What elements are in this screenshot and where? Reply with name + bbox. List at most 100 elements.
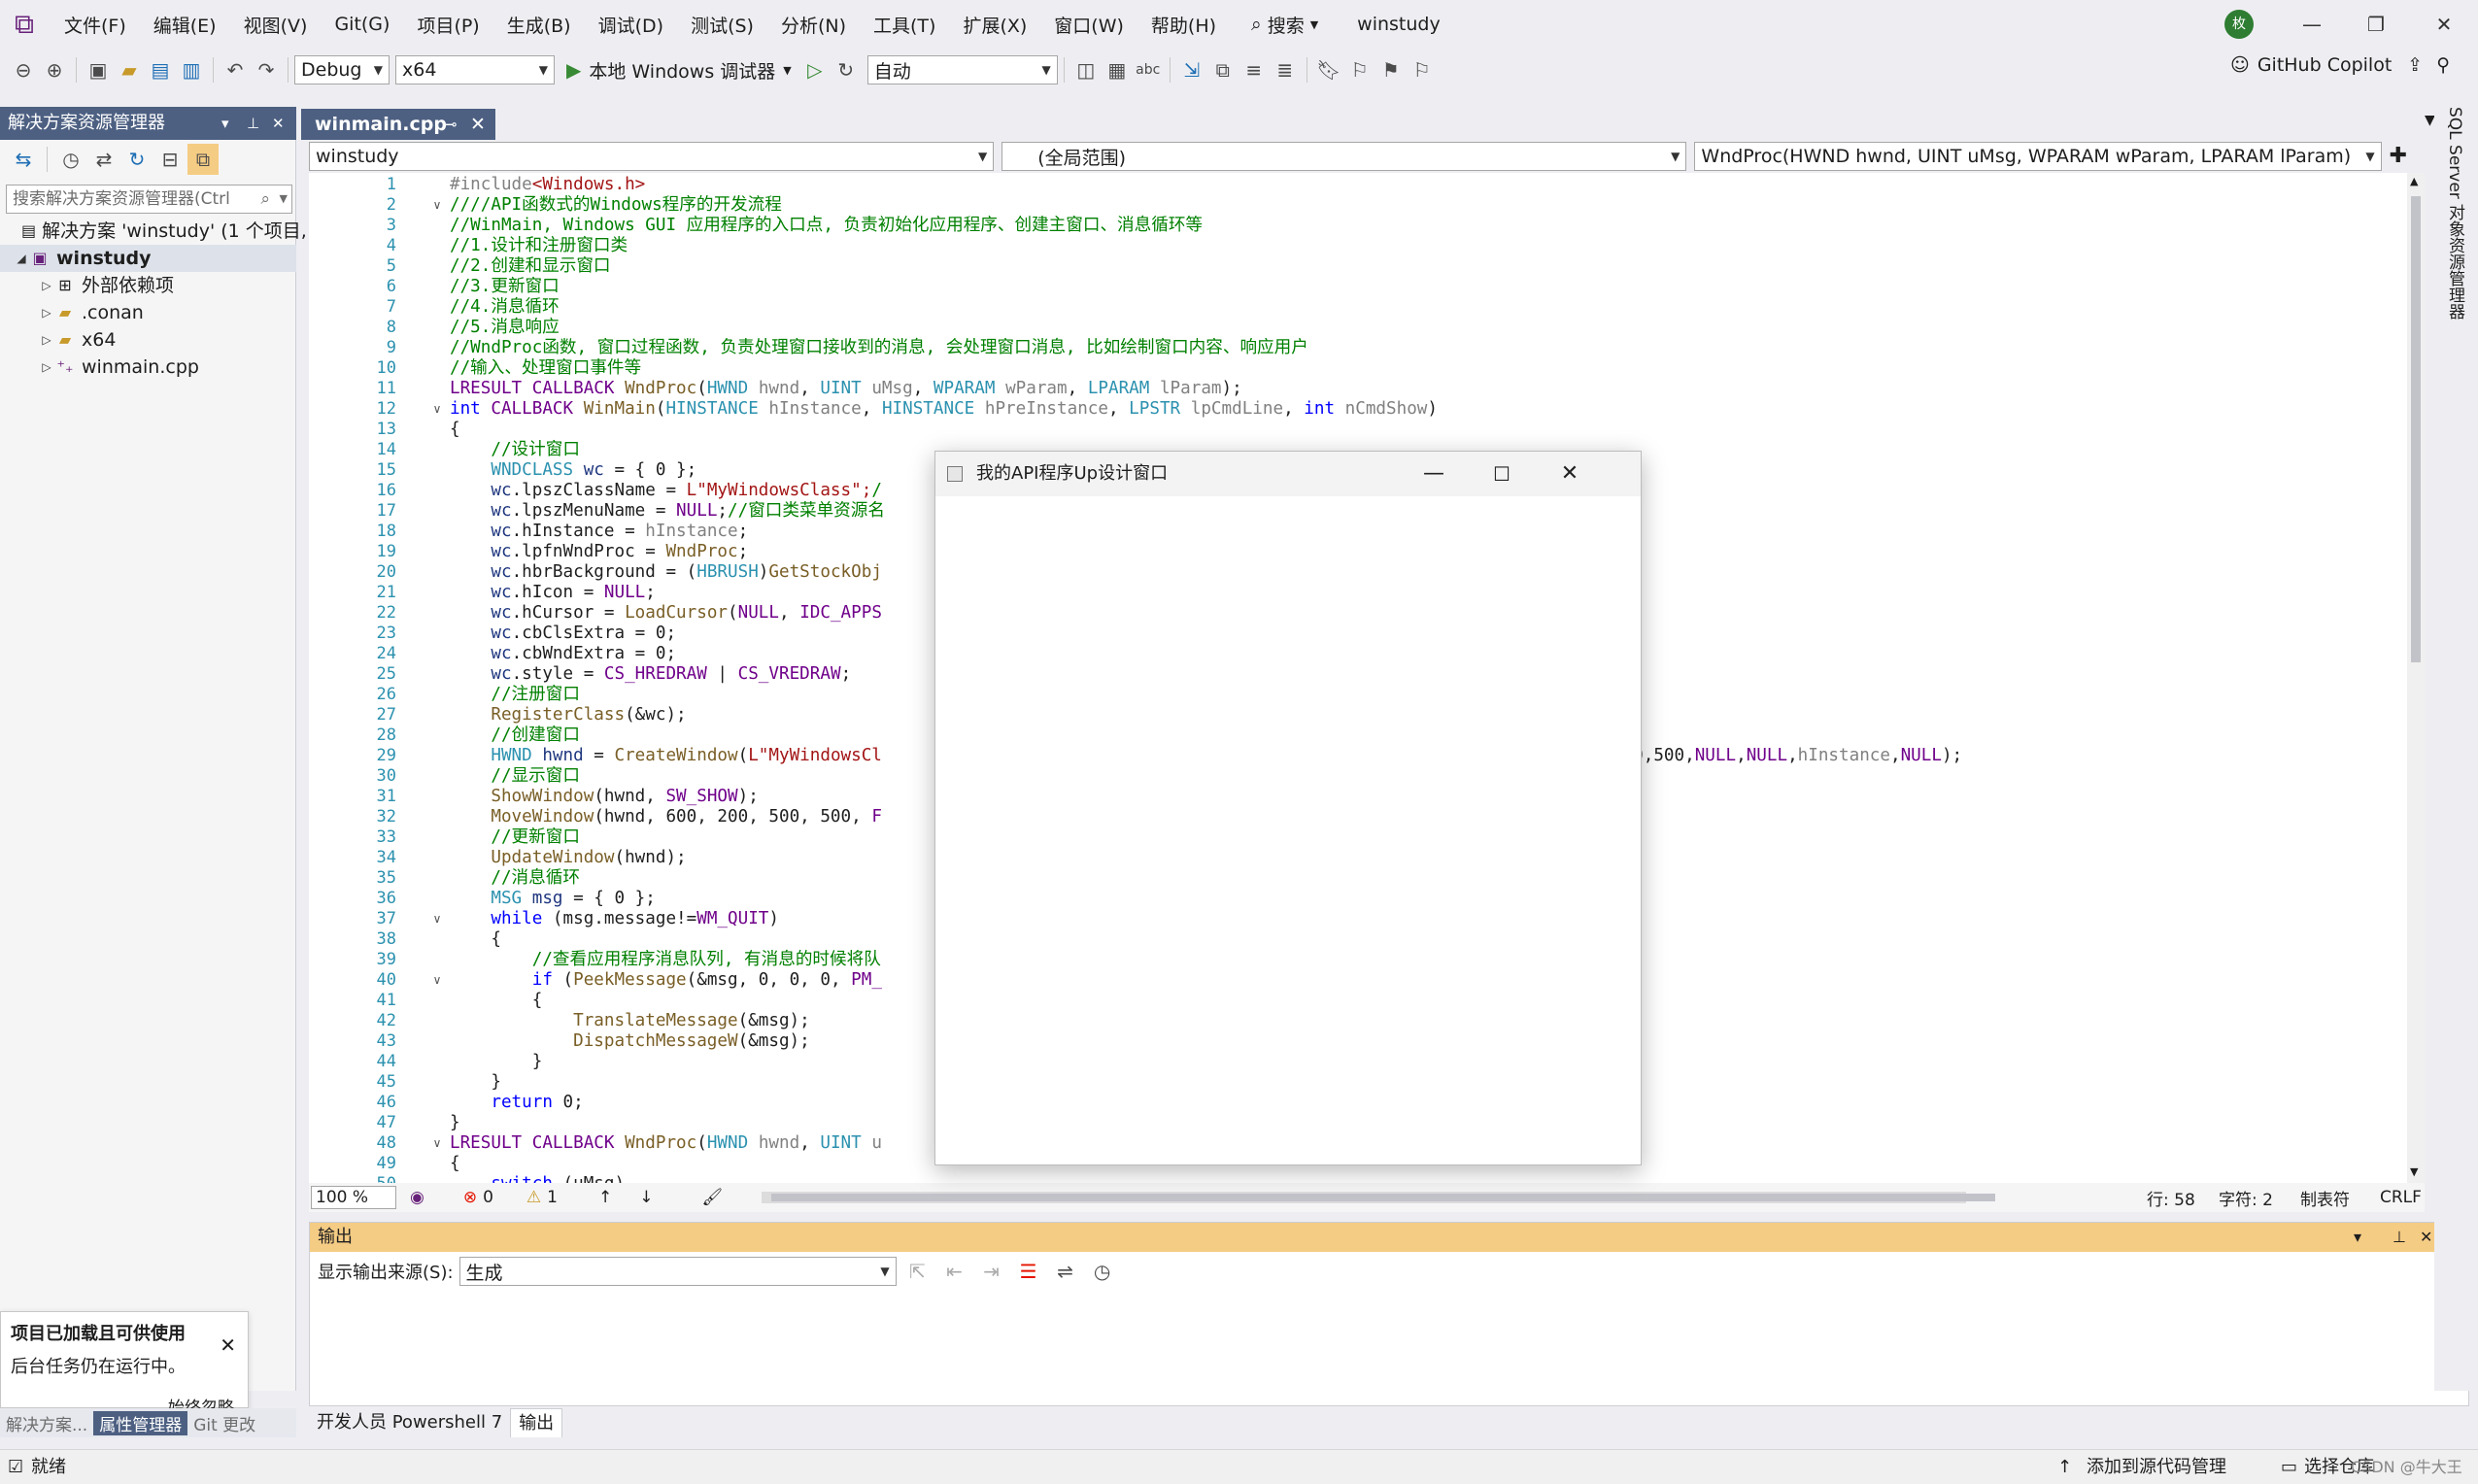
code-line[interactable]: int CALLBACK WinMain(HINSTANCE hInstance… xyxy=(450,399,1438,420)
health-icon[interactable]: ◉ xyxy=(410,1188,424,1207)
tab-indicator[interactable]: 制表符 xyxy=(2300,1186,2350,1210)
code-line[interactable]: //注册窗口 xyxy=(450,685,580,705)
code-line[interactable]: RegisterClass(&wc); xyxy=(450,705,686,725)
platform-select[interactable]: x64 ▼ xyxy=(395,55,555,84)
prev-message-icon[interactable]: ⇤ xyxy=(939,1256,970,1287)
menu-test[interactable]: 测试(S) xyxy=(677,12,767,38)
code-line[interactable]: //5.消息响应 xyxy=(450,318,560,338)
tree-project[interactable]: ◢ ▣ winstudy xyxy=(0,245,296,272)
configuration-select[interactable]: Debug ▼ xyxy=(294,55,390,84)
scroll-up-icon[interactable]: ▲ xyxy=(2410,175,2418,187)
code-line[interactable]: while (msg.message!=WM_QUIT) xyxy=(450,909,779,929)
tab-output[interactable]: 输出 xyxy=(510,1408,563,1437)
code-line[interactable]: if (PeekMessage(&msg, 0, 0, 0, PM_ xyxy=(450,970,882,991)
tab-winmain-cpp[interactable]: winmain.cpp ⊸ ✕ xyxy=(301,109,495,140)
code-line[interactable]: //2.创建和显示窗口 xyxy=(450,256,611,277)
fold-toggle-icon[interactable]: ∨ xyxy=(429,195,445,216)
pin-icon[interactable]: ⊥ xyxy=(247,107,259,140)
code-line[interactable]: { xyxy=(450,1154,460,1174)
code-line[interactable]: wc.lpszClassName = L"MyWindowsClass";/ xyxy=(450,481,882,501)
code-line[interactable]: wc.lpfnWndProc = WndProc; xyxy=(450,542,748,562)
open-folder-icon[interactable]: ▰ xyxy=(114,54,145,85)
menu-file[interactable]: 文件(F) xyxy=(51,12,140,38)
step-icon[interactable]: ⇲ xyxy=(1176,54,1207,85)
code-line[interactable]: //消息循环 xyxy=(450,868,580,889)
prev-issue-icon[interactable]: ↑ xyxy=(598,1188,612,1207)
sql-server-explorer-tab[interactable]: SQL Server 对象资源管理器 xyxy=(2440,107,2467,320)
code-line[interactable]: wc.hbrBackground = (HBRUSH)GetStockObj xyxy=(450,562,882,583)
start-debugging-button[interactable]: ▶ 本地 Windows 调试器 ▼ xyxy=(566,57,792,84)
collapsed-icon[interactable]: ▷ xyxy=(39,326,54,354)
fold-toggle-icon[interactable]: ∨ xyxy=(429,970,445,991)
tab-git-changes[interactable]: Git 更改 xyxy=(187,1411,261,1435)
save-all-icon[interactable]: ▥ xyxy=(176,54,207,85)
next-message-icon[interactable]: ⇥ xyxy=(976,1256,1007,1287)
nav-project-select[interactable]: winstudy ▼ xyxy=(309,142,995,171)
code-line[interactable]: //4.消息循环 xyxy=(450,297,560,318)
save-icon[interactable]: ▤ xyxy=(145,54,176,85)
redo-icon[interactable]: ↷ xyxy=(251,54,282,85)
tree-winmain[interactable]: ▷ ⁺₊ winmain.cpp xyxy=(0,354,296,381)
tab-property-manager[interactable]: 属性管理器 xyxy=(93,1410,188,1435)
code-line[interactable]: } xyxy=(450,1113,460,1133)
tab-solution-explorer[interactable]: 解决方案... xyxy=(0,1411,93,1435)
clear-bookmarks-icon[interactable]: ⚐ xyxy=(1407,54,1438,85)
split-editor-icon[interactable]: ✚ xyxy=(2390,142,2407,173)
code-line[interactable]: MoveWindow(hwnd, 600, 200, 500, 500, F xyxy=(450,807,882,827)
horizontal-scrollbar[interactable] xyxy=(762,1192,1996,1203)
code-line[interactable]: LRESULT CALLBACK WndProc(HWND hwnd, UINT… xyxy=(450,1133,882,1154)
app-window[interactable]: 我的API程序Up设计窗口 — ☐ ✕ xyxy=(934,451,1642,1165)
avatar[interactable]: 枚 xyxy=(2224,10,2254,39)
output-source-select[interactable]: 生成 ▼ xyxy=(458,1257,897,1286)
code-line[interactable]: switch (uMsg) xyxy=(450,1174,625,1183)
scrollbar-thumb[interactable] xyxy=(2411,196,2421,662)
menu-help[interactable]: 帮助(H) xyxy=(1137,12,1230,38)
code-line[interactable]: //设计窗口 xyxy=(450,440,580,460)
prev-bookmark-icon[interactable]: ⚐ xyxy=(1344,54,1375,85)
bookmark-icon[interactable]: 🔖︎ xyxy=(1313,54,1344,85)
auto-select[interactable]: 自动 ▼ xyxy=(866,55,1058,84)
undo-icon[interactable]: ↶ xyxy=(220,54,251,85)
menu-extensions[interactable]: 扩展(X) xyxy=(949,12,1040,38)
feedback-icon[interactable]: ⚲ xyxy=(2436,54,2450,76)
code-line[interactable]: { xyxy=(450,420,460,440)
output-text-area[interactable] xyxy=(310,1291,2468,1405)
new-project-icon[interactable]: ▣ xyxy=(83,54,114,85)
fold-toggle-icon[interactable]: ∨ xyxy=(429,909,445,929)
warning-icon[interactable]: ⚠ xyxy=(526,1188,541,1207)
eol-indicator[interactable]: CRLF xyxy=(2380,1188,2422,1207)
code-line[interactable]: #include<Windows.h> xyxy=(450,175,645,195)
pin-icon[interactable]: ⊸ xyxy=(445,109,458,140)
code-line[interactable]: //创建窗口 xyxy=(450,725,580,746)
code-line[interactable]: UpdateWindow(hwnd); xyxy=(450,848,686,868)
next-issue-icon[interactable]: ↓ xyxy=(639,1188,653,1207)
close-button[interactable]: ✕ xyxy=(2415,0,2473,49)
menu-debug[interactable]: 调试(D) xyxy=(585,12,677,38)
clear-all-icon[interactable]: ☰ xyxy=(1013,1256,1044,1287)
indent-icon[interactable]: ≡ xyxy=(1239,54,1270,85)
code-line[interactable]: wc.cbWndExtra = 0; xyxy=(450,644,676,664)
chevron-down-icon[interactable]: ▼ xyxy=(280,186,288,213)
menu-build[interactable]: 生成(B) xyxy=(493,12,585,38)
menu-view[interactable]: 视图(V) xyxy=(230,12,322,38)
code-line[interactable]: { xyxy=(450,991,543,1011)
tree-external-deps[interactable]: ▷ ⊞ 外部依赖项 xyxy=(0,272,296,299)
code-line[interactable]: //1.设计和注册窗口类 xyxy=(450,236,628,256)
close-icon[interactable]: ✕ xyxy=(2420,1223,2432,1252)
nav-member-select[interactable]: WndProc(HWND hwnd, UINT uMsg, WPARAM wPa… xyxy=(1694,142,2382,171)
code-line[interactable]: TranslateMessage(&msg); xyxy=(450,1011,810,1031)
code-line[interactable]: //3.更新窗口 xyxy=(450,277,560,297)
switch-views-icon[interactable]: ⇆ xyxy=(8,144,39,175)
code-line[interactable]: //显示窗口 xyxy=(450,766,580,787)
menu-edit[interactable]: 编辑(E) xyxy=(140,12,230,38)
menu-git[interactable]: Git(G) xyxy=(321,14,403,35)
error-icon[interactable]: ⊗ xyxy=(463,1188,477,1207)
tab-developer-powershell[interactable]: 开发人员 Powershell 7 xyxy=(309,1408,510,1437)
line-indicator[interactable]: 行: 58 xyxy=(2147,1186,2195,1210)
expanded-icon[interactable]: ◢ xyxy=(14,245,29,272)
browse-icon[interactable]: ◫ xyxy=(1070,54,1102,85)
code-line[interactable]: wc.lpszMenuName = NULL;//窗口类菜单资源名 xyxy=(450,501,885,522)
close-button[interactable]: ✕ xyxy=(1536,452,1604,496)
code-line[interactable]: //WinMain, Windows GUI 应用程序的入口点, 负责初始化应用… xyxy=(450,216,1203,236)
pin-icon[interactable]: ⊥ xyxy=(2393,1223,2406,1252)
